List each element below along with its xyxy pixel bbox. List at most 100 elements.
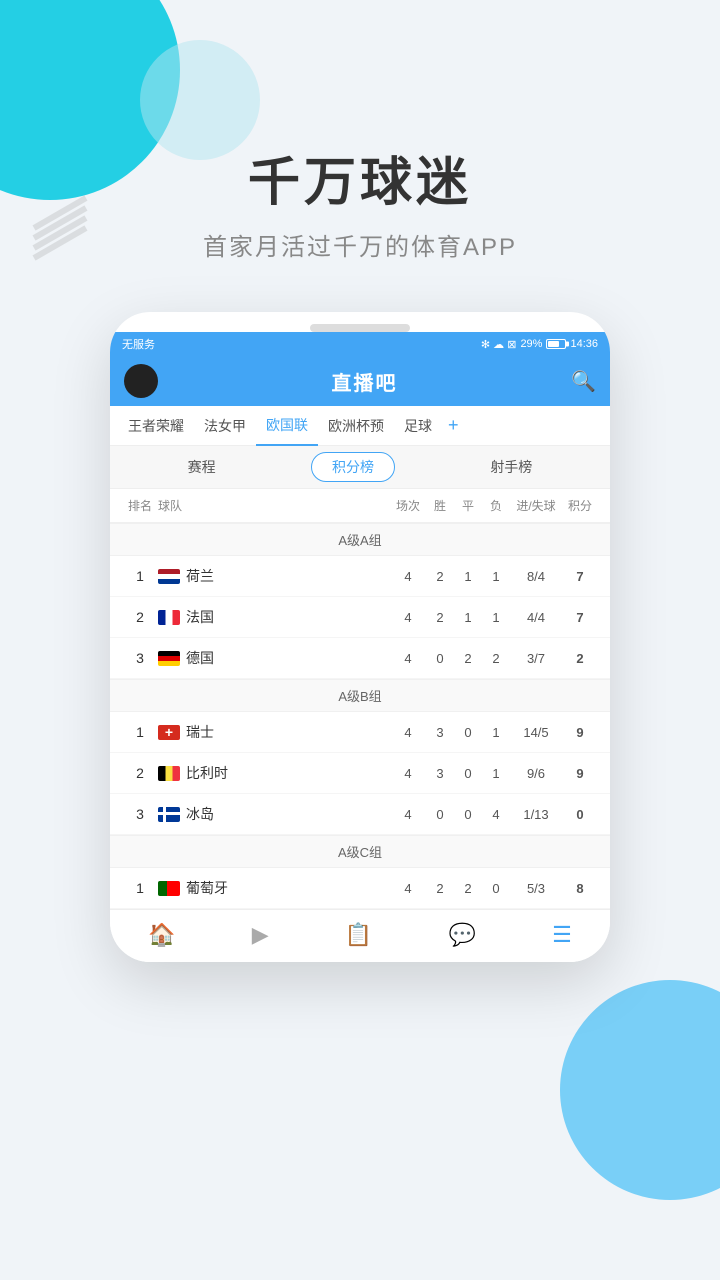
team-name: 冰岛 bbox=[186, 804, 214, 824]
sub-tab-scorers[interactable]: 射手榜 bbox=[470, 453, 552, 481]
cell-pts: 7 bbox=[562, 569, 598, 584]
chat-icon: 💬 bbox=[449, 922, 476, 948]
nav-tab-wangzhe[interactable]: 王者荣耀 bbox=[118, 406, 194, 446]
flag-ch bbox=[158, 725, 180, 740]
cell-loss: 4 bbox=[482, 807, 510, 822]
team-info: 瑞士 bbox=[158, 722, 390, 742]
sub-tab-standings[interactable]: 积分榜 bbox=[311, 452, 395, 482]
cell-loss: 1 bbox=[482, 569, 510, 584]
bottom-nav-community[interactable]: 💬 bbox=[433, 918, 492, 952]
header-gd: 进/失球 bbox=[510, 497, 562, 514]
header-team: 球队 bbox=[158, 497, 390, 514]
nav-tab-ouzhou[interactable]: 欧洲杯预 bbox=[318, 406, 394, 446]
table-row[interactable]: 2 比利时 4 3 0 1 9/6 9 bbox=[110, 753, 610, 794]
cell-pts: 7 bbox=[562, 610, 598, 625]
nav-tab-zuqiu[interactable]: 足球 bbox=[394, 406, 442, 446]
hero-title: 千万球迷 bbox=[0, 140, 720, 215]
team-name: 德国 bbox=[186, 648, 214, 668]
cell-gd: 8/4 bbox=[510, 569, 562, 584]
table-row[interactable]: 1 葡萄牙 4 2 2 0 5/3 8 bbox=[110, 868, 610, 909]
status-bar: 无服务 ✻ ☁ ⊠ 29% 14:36 bbox=[110, 332, 610, 356]
bottom-nav: 🏠 ▶ 📋 💬 ☰ bbox=[110, 909, 610, 962]
more-icon: ☰ bbox=[552, 922, 572, 948]
hero-subtitle: 首家月活过千万的体育APP bbox=[0, 227, 720, 262]
flag-fr bbox=[158, 610, 180, 625]
phone-notch bbox=[310, 324, 410, 332]
rank: 3 bbox=[122, 650, 158, 666]
team-name: 比利时 bbox=[186, 763, 228, 783]
table-row[interactable]: 3 冰岛 4 0 0 4 1/13 0 bbox=[110, 794, 610, 835]
team-name: 荷兰 bbox=[186, 566, 214, 586]
cell-loss: 0 bbox=[482, 881, 510, 896]
table-row[interactable]: 3 德国 4 0 2 2 3/7 2 bbox=[110, 638, 610, 679]
search-icon[interactable]: 🔍 bbox=[571, 369, 596, 394]
team-info: 葡萄牙 bbox=[158, 878, 390, 898]
cell-win: 0 bbox=[426, 807, 454, 822]
rank: 1 bbox=[122, 568, 158, 584]
cell-gd: 3/7 bbox=[510, 651, 562, 666]
cell-played: 4 bbox=[390, 610, 426, 625]
hero-section: 千万球迷 首家月活过千万的体育APP bbox=[0, 0, 720, 292]
bottom-nav-news[interactable]: 📋 bbox=[329, 918, 388, 952]
cell-pts: 2 bbox=[562, 651, 598, 666]
cell-gd: 9/6 bbox=[510, 766, 562, 781]
cell-draw: 0 bbox=[454, 766, 482, 781]
cell-draw: 0 bbox=[454, 725, 482, 740]
header-win: 胜 bbox=[426, 497, 454, 514]
flag-be bbox=[158, 766, 180, 781]
bg-circle-bottom-right bbox=[560, 980, 720, 1200]
team-info: 荷兰 bbox=[158, 566, 390, 586]
bottom-nav-live[interactable]: ▶ bbox=[236, 918, 285, 952]
team-name: 瑞士 bbox=[186, 722, 214, 742]
cell-loss: 1 bbox=[482, 766, 510, 781]
app-title: 直播吧 bbox=[332, 367, 398, 396]
team-info: 比利时 bbox=[158, 763, 390, 783]
flag-de bbox=[158, 651, 180, 666]
group-header-b: A级B组 bbox=[110, 679, 610, 712]
team-info: 德国 bbox=[158, 648, 390, 668]
group-header-c: A级C组 bbox=[110, 835, 610, 868]
sub-tabs: 赛程 积分榜 射手榜 bbox=[110, 446, 610, 489]
status-time: 14:36 bbox=[570, 338, 598, 350]
cell-draw: 1 bbox=[454, 610, 482, 625]
rank: 2 bbox=[122, 609, 158, 625]
cell-played: 4 bbox=[390, 569, 426, 584]
nav-tab-ouguo[interactable]: 欧国联 bbox=[256, 406, 318, 446]
sub-tab-schedule[interactable]: 赛程 bbox=[168, 453, 236, 481]
battery-icon bbox=[546, 339, 566, 349]
cell-played: 4 bbox=[390, 807, 426, 822]
news-icon: 📋 bbox=[345, 922, 372, 948]
table-row[interactable]: 2 法国 4 2 1 1 4/4 7 bbox=[110, 597, 610, 638]
table-row[interactable]: 1 荷兰 4 2 1 1 8/4 7 bbox=[110, 556, 610, 597]
nav-tab-fanvjia[interactable]: 法女甲 bbox=[194, 406, 256, 446]
cell-gd: 14/5 bbox=[510, 725, 562, 740]
team-name: 法国 bbox=[186, 607, 214, 627]
bottom-nav-more[interactable]: ☰ bbox=[536, 918, 588, 952]
header-loss: 负 bbox=[482, 497, 510, 514]
nav-tab-more-icon[interactable]: + bbox=[442, 415, 465, 436]
group-header-a: A级A组 bbox=[110, 523, 610, 556]
table-row[interactable]: 1 瑞士 4 3 0 1 14/5 9 bbox=[110, 712, 610, 753]
cell-loss: 2 bbox=[482, 651, 510, 666]
cell-played: 4 bbox=[390, 766, 426, 781]
header-pts: 积分 bbox=[562, 497, 598, 514]
nav-tabs: 王者荣耀 法女甲 欧国联 欧洲杯预 足球 + bbox=[110, 406, 610, 446]
cell-pts: 9 bbox=[562, 725, 598, 740]
team-name: 葡萄牙 bbox=[186, 878, 228, 898]
play-icon: ▶ bbox=[252, 922, 269, 948]
app-logo bbox=[124, 364, 158, 398]
cell-played: 4 bbox=[390, 881, 426, 896]
rank: 2 bbox=[122, 765, 158, 781]
cell-win: 3 bbox=[426, 725, 454, 740]
header-rank: 排名 bbox=[122, 497, 158, 514]
rank: 3 bbox=[122, 806, 158, 822]
bottom-nav-home[interactable]: 🏠 bbox=[132, 918, 191, 952]
cell-draw: 0 bbox=[454, 807, 482, 822]
cell-pts: 9 bbox=[562, 766, 598, 781]
flag-is bbox=[158, 807, 180, 822]
flag-nl bbox=[158, 569, 180, 584]
cell-gd: 5/3 bbox=[510, 881, 562, 896]
status-no-service: 无服务 bbox=[122, 336, 155, 352]
header-played: 场次 bbox=[390, 497, 426, 514]
cell-draw: 1 bbox=[454, 569, 482, 584]
